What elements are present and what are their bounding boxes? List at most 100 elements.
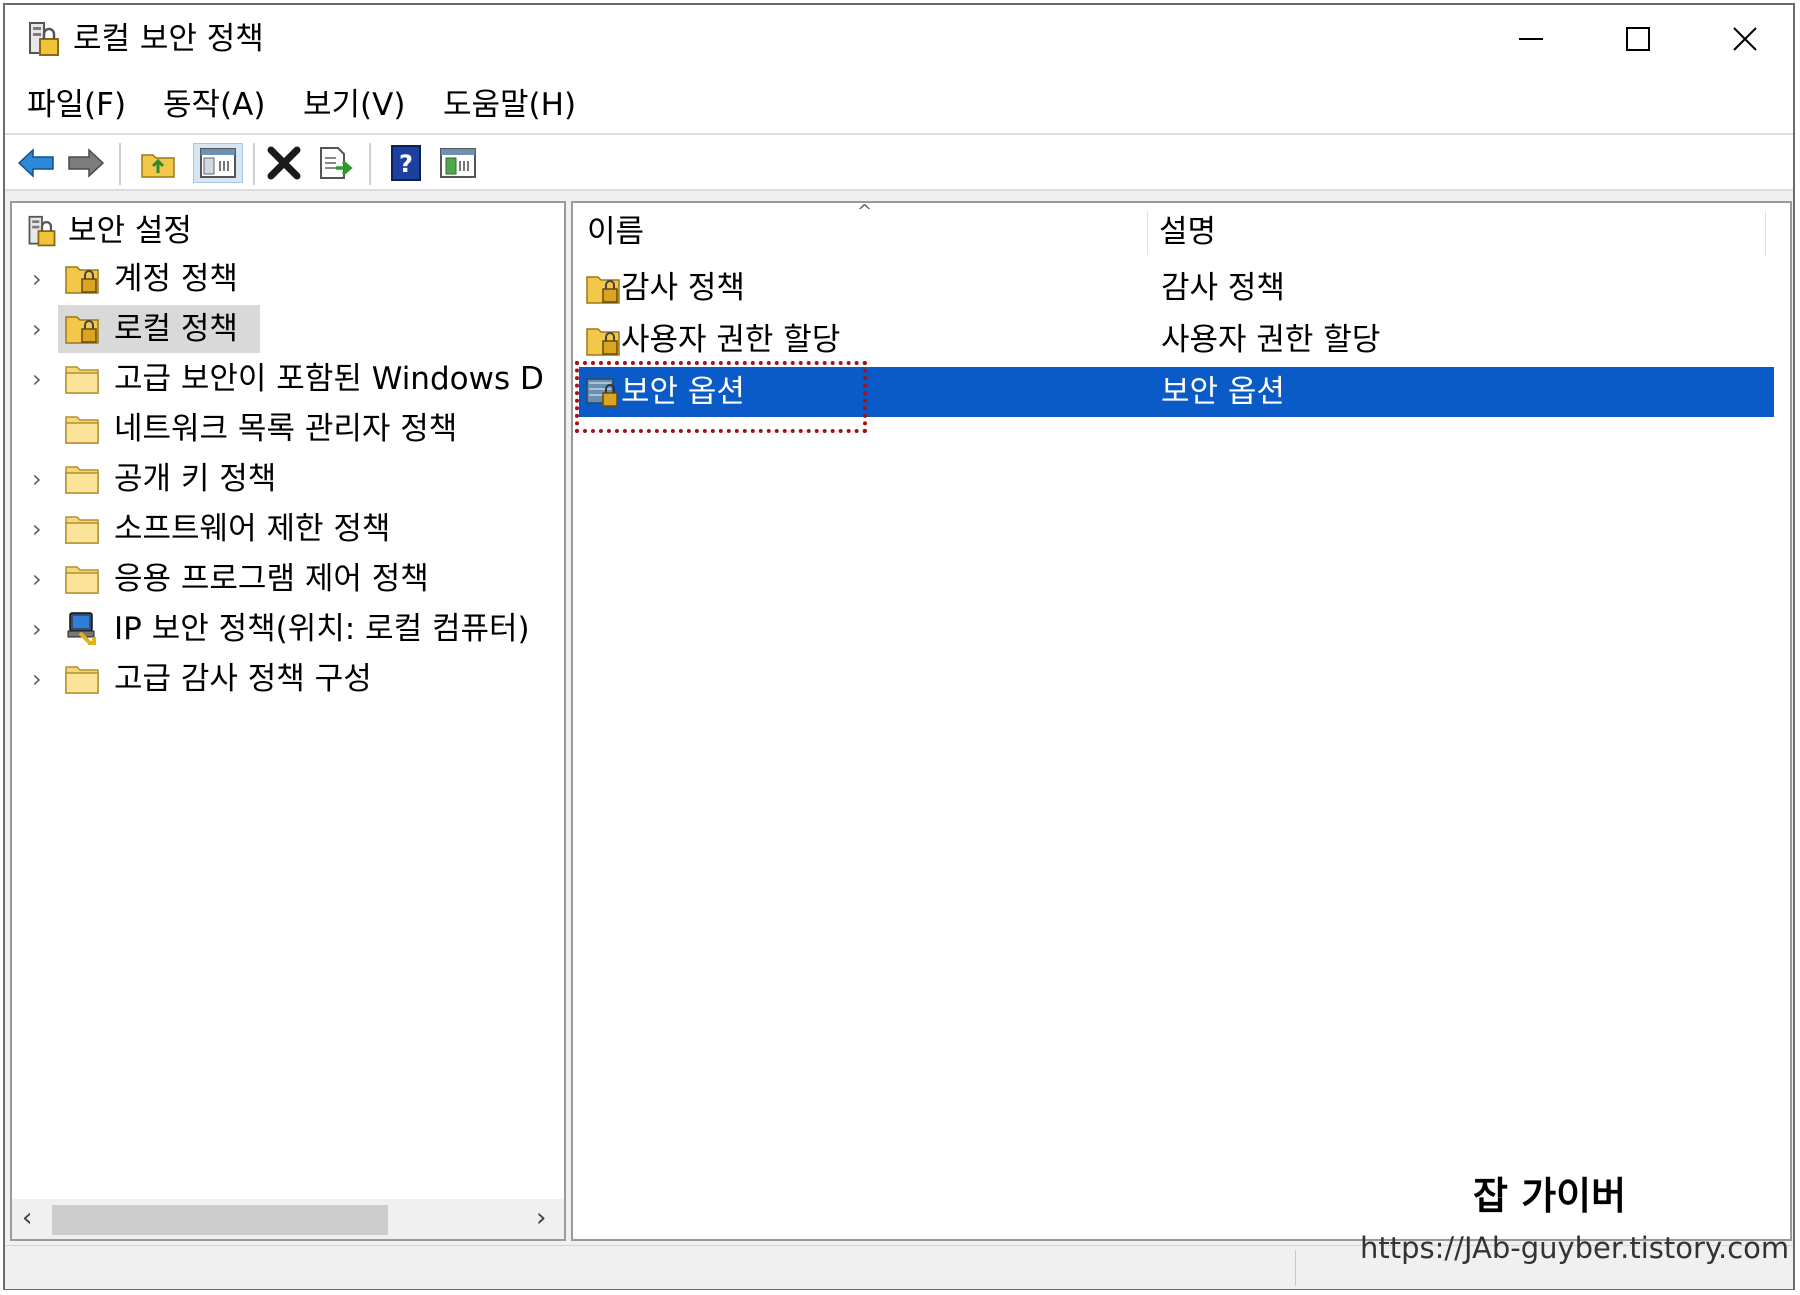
tree-item[interactable]: › 소프트웨어 제한 정책 <box>12 505 564 553</box>
column-divider[interactable] <box>1765 211 1766 255</box>
menu-file[interactable]: 파일(F) <box>27 85 126 125</box>
toolbar: ? <box>5 135 1793 191</box>
tree-root[interactable]: 보안 설정 <box>12 207 564 255</box>
tree-item-label: 응용 프로그램 제어 정책 <box>114 561 429 597</box>
list-item[interactable]: 사용자 권한 할당 사용자 권한 할당 <box>579 315 1774 365</box>
list-item-description: 사용자 권한 할당 <box>1161 322 1381 358</box>
column-header-description[interactable]: 설명 <box>1159 203 1216 261</box>
menu-help[interactable]: 도움말(H) <box>443 85 576 125</box>
column-header-description-label: 설명 <box>1159 214 1217 250</box>
action-pane-icon <box>440 148 476 178</box>
expand-chevron-icon[interactable]: › <box>32 465 42 493</box>
tree-item-label: 공개 키 정책 <box>114 461 277 497</box>
export-list-icon <box>320 147 353 179</box>
menu-bar: 파일(F) 동작(A) 보기(V) 도움말(H) <box>5 75 1793 135</box>
tree-item[interactable]: › 고급 감사 정책 구성 <box>12 655 564 703</box>
expand-chevron-icon[interactable]: › <box>32 315 42 343</box>
list-item-description: 감사 정책 <box>1161 270 1285 306</box>
delete-button[interactable] <box>263 143 305 183</box>
column-header-name[interactable]: 이름 <box>587 203 644 261</box>
tree-item-label: 로컬 정책 <box>114 311 238 347</box>
tree-item-label: 고급 감사 정책 구성 <box>114 661 372 697</box>
details-pane: 이름 ^ 설명 감사 정책 감사 정책 사용자 권한 할당 사용자 권한 할당 보안 옵… <box>571 201 1792 1241</box>
minimize-icon <box>1519 38 1543 40</box>
maximize-icon <box>1626 27 1650 51</box>
policy-folder-icon <box>585 271 620 305</box>
tree-item-label: 고급 보안이 포함된 Windows D <box>114 361 544 397</box>
folder-icon <box>64 361 100 395</box>
local-security-policy-window: 로컬 보안 정책 파일(F) 동작(A) 보기(V) 도움말(H) ? 보안 설… <box>3 3 1795 1290</box>
svg-text:?: ? <box>399 150 413 178</box>
up-level-button[interactable] <box>137 143 179 183</box>
list-item[interactable]: 감사 정책 감사 정책 <box>579 263 1774 313</box>
sort-ascending-icon: ^ <box>857 201 873 222</box>
delete-x-icon <box>267 146 301 180</box>
security-settings-icon <box>28 215 56 247</box>
tree-item-label: IP 보안 정책(위치: 로컬 컴퓨터) <box>114 611 530 647</box>
column-header-name-label: 이름 <box>587 214 645 250</box>
policy-folder-icon <box>64 311 100 345</box>
back-arrow-icon <box>17 148 54 178</box>
tree-item[interactable]: › 계정 정책 <box>12 255 564 303</box>
watermark-name: 잡 가이버 <box>1473 1174 1627 1218</box>
menu-action[interactable]: 동작(A) <box>163 85 265 125</box>
expand-chevron-icon[interactable]: › <box>32 615 42 643</box>
watermark-url: https://JAb-guyber.tistory.com <box>1360 1231 1790 1265</box>
list-item-description: 보안 옵션 <box>1161 374 1285 410</box>
forward-button[interactable] <box>65 143 107 183</box>
security-policy-icon <box>29 22 59 56</box>
tree-item[interactable]: › 로컬 정책 <box>12 305 564 353</box>
column-divider[interactable] <box>1147 211 1148 255</box>
export-list-button[interactable] <box>315 143 357 183</box>
folder-icon <box>64 661 100 695</box>
scroll-left-icon[interactable]: ‹ <box>22 1203 32 1233</box>
tree-item-label: 소프트웨어 제한 정책 <box>114 511 391 547</box>
horizontal-scrollbar[interactable]: ‹ › <box>12 1199 564 1239</box>
window-title: 로컬 보안 정책 <box>73 21 264 57</box>
tree-item-label: 네트워크 목록 관리자 정책 <box>114 411 458 447</box>
policy-folder-icon <box>64 261 100 295</box>
folder-icon <box>64 411 100 445</box>
show-hide-tree-button[interactable] <box>193 143 243 183</box>
back-button[interactable] <box>15 143 57 183</box>
tree-item[interactable]: › 고급 보안이 포함된 Windows D <box>12 355 564 403</box>
policy-folder-icon <box>585 323 620 357</box>
folder-icon <box>64 561 100 595</box>
folder-icon <box>64 511 100 545</box>
status-separator <box>1295 1250 1296 1286</box>
expand-chevron-icon[interactable]: › <box>32 515 42 543</box>
help-icon: ? <box>391 145 421 181</box>
tree-root-label: 보안 설정 <box>68 213 192 249</box>
tree-item[interactable]: 네트워크 목록 관리자 정책 <box>12 405 564 453</box>
show-action-pane-button[interactable] <box>437 143 479 183</box>
close-icon <box>1733 27 1757 51</box>
list-item-name: 사용자 권한 할당 <box>621 322 841 358</box>
expand-chevron-icon[interactable]: › <box>32 665 42 693</box>
list-item[interactable]: 보안 옵션 보안 옵션 <box>575 361 1774 433</box>
minimize-button[interactable] <box>1481 11 1581 67</box>
expand-chevron-icon[interactable]: › <box>32 265 42 293</box>
expand-chevron-icon[interactable]: › <box>32 565 42 593</box>
console-tree-pane: 보안 설정 › 계정 정책 › 로컬 정책 › 고급 보안이 포함된 Windows D 네… <box>10 201 566 1241</box>
scrollbar-thumb[interactable] <box>52 1205 388 1235</box>
title-bar: 로컬 보안 정책 <box>5 5 1793 75</box>
folder-icon <box>64 461 100 495</box>
toolbar-separator <box>119 143 121 185</box>
tree-item[interactable]: › IP 보안 정책(위치: 로컬 컴퓨터) <box>12 605 564 653</box>
close-button[interactable] <box>1695 11 1795 67</box>
expand-chevron-icon[interactable]: › <box>32 365 42 393</box>
tree-item-label: 계정 정책 <box>114 261 238 297</box>
toolbar-separator <box>369 143 371 185</box>
folder-up-icon <box>141 154 175 178</box>
list-item-name: 감사 정책 <box>621 270 745 306</box>
console-tree-icon <box>200 148 236 178</box>
tree-item[interactable]: › 응용 프로그램 제어 정책 <box>12 555 564 603</box>
scroll-right-icon[interactable]: › <box>536 1203 546 1233</box>
menu-view[interactable]: 보기(V) <box>303 85 405 125</box>
help-button[interactable]: ? <box>385 143 427 183</box>
maximize-button[interactable] <box>1588 11 1688 67</box>
ip-security-icon <box>64 611 100 645</box>
toolbar-separator <box>253 143 255 185</box>
annotation-highlight-box <box>575 361 867 433</box>
tree-item[interactable]: › 공개 키 정책 <box>12 455 564 503</box>
